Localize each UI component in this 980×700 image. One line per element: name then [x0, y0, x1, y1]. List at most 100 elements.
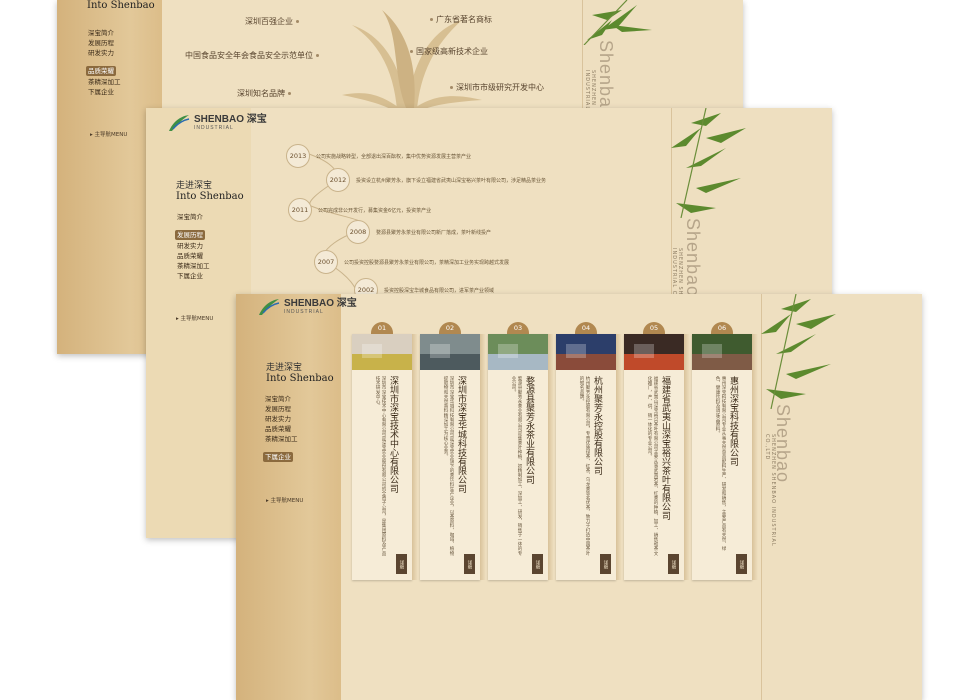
- side-menu-item[interactable]: 研发实力: [263, 414, 300, 424]
- subsidiary-card[interactable]: 02 深圳市深宝华城科技有限公司 深圳市深宝华城科技有限公司是深宝实业旗下的茶饮…: [420, 322, 486, 580]
- side-menu-item[interactable]: 研发实力: [175, 241, 212, 251]
- side-menu: 深宝简介发展历程 研发实力 品质荣耀 茶精深加工 下属企业: [175, 212, 212, 281]
- side-menu-item[interactable]: 下属企业: [86, 87, 123, 97]
- into-shenbao-heading: 走进深宝 Into Shenbao: [266, 360, 334, 384]
- card-photo: [352, 334, 412, 370]
- main-nav-button[interactable]: ▸ 主导航MENU: [176, 314, 213, 322]
- subsidiary-card[interactable]: 06 惠州深宝科技有限公司 惠州深宝科技有限公司专业从事天然食品配料生产、研发和…: [692, 322, 758, 580]
- side-menu-item[interactable]: 茶精深加工: [175, 261, 212, 271]
- brand-sub: INDUSTRIAL: [194, 125, 234, 131]
- card-detail-button[interactable]: 详细: [532, 554, 543, 574]
- card-title: 深圳市深宝华城科技有限公司: [456, 376, 466, 493]
- timeline-year: 2012: [326, 168, 350, 192]
- honor-item: 深圳百强企业: [245, 16, 302, 27]
- side-menu: 深宝简介 发展历程 研发实力品质荣耀 茶精深加工 下属企业: [86, 28, 123, 97]
- card-photo: [624, 334, 684, 370]
- timeline-node[interactable]: 2013 公司实施战略转型，全部退出深百酝权，集中优势资源发展主营茶产业: [286, 144, 471, 168]
- card-description: 婺源县聚芳永茶业有限公司是集茶叶种植、初精制加工、深加工、研发、销售于一体的专业…: [511, 376, 522, 556]
- card-description: 惠州深宝科技有限公司专业从事天然食品配料生产、研发和销售，主要产品有天然、绿色、…: [715, 376, 726, 551]
- side-menu-item[interactable]: 研发实力: [86, 48, 123, 58]
- main-nav-button[interactable]: ▸ 主导航MENU: [266, 496, 303, 504]
- side-menu-item[interactable]: 品质荣耀: [86, 66, 116, 76]
- timeline-year: 2011: [288, 198, 312, 222]
- timeline-year: 2013: [286, 144, 310, 168]
- honor-item: 深圳市市级研究开发中心: [447, 82, 544, 93]
- leaf-logo-icon: [259, 299, 280, 315]
- side-menu-item[interactable]: 品质荣耀: [175, 251, 212, 261]
- brand-name: SHENBAO 深宝: [194, 114, 267, 125]
- card-title: 杭州聚芳永控股有限公司: [592, 376, 602, 475]
- side-brand-sub: SHENZHEN SHENBAO INDUSTRIAL CO.,LTD: [764, 434, 776, 547]
- card-photo: [692, 334, 752, 370]
- card-title: 婺源县聚芳永茶业有限公司: [524, 376, 534, 484]
- card-photo: [488, 334, 548, 370]
- card-title: 深圳市深宝技术中心有限公司: [388, 376, 398, 493]
- subsidiary-card[interactable]: 04 杭州聚芳永控股有限公司 杭州聚芳永控股有限公司，专营优质绿茶、红茶、乌龙茶…: [556, 322, 622, 580]
- main-nav-button[interactable]: ▸ 主导航MENU: [90, 130, 127, 138]
- into-en: Into Shenbao: [176, 191, 244, 202]
- card-photo: [556, 334, 616, 370]
- bamboo-decoration: [761, 294, 836, 409]
- into-cn: 走进深宝: [176, 181, 213, 191]
- brand-sub: INDUSTRIAL: [284, 309, 324, 315]
- timeline-text: 投资设立杭州聚芳永，旗下设立福建省武夷山深宝裕兴茶叶有限公司，涉足精品茶业务: [356, 177, 547, 184]
- side-menu-item[interactable]: 发展历程: [175, 230, 205, 240]
- honor-item: 国家级高新技术企业: [407, 46, 488, 57]
- card-fold: [480, 334, 486, 580]
- side-menu-item[interactable]: 发展历程: [86, 38, 123, 48]
- side-menu-item[interactable]: 下属企业: [175, 271, 212, 281]
- into-shenbao-heading: 走进深宝 Into Shenbao: [176, 178, 244, 202]
- side-menu-item[interactable]: 深宝简介: [263, 394, 300, 404]
- brand-name: SHENBAO 深宝: [284, 298, 357, 309]
- card-title: 惠州深宝科技有限公司: [728, 376, 738, 466]
- card-description: 杭州聚芳永控股有限公司，专营优质绿茶、红茶、乌龙茶等名优茶，致力于打造中国茶叶的…: [579, 376, 590, 556]
- card-fold: [616, 334, 622, 580]
- brand-logo[interactable]: SHENBAO 深宝 INDUSTRIAL: [168, 114, 267, 132]
- side-menu-item[interactable]: 深宝简介: [175, 212, 212, 222]
- timeline-node[interactable]: 2008 婺源县聚芳永茶业有限公司新厂落成，茶叶新线投产: [346, 220, 491, 244]
- card-detail-button[interactable]: 详细: [464, 554, 475, 574]
- bamboo-decoration: [583, 0, 652, 45]
- timeline-text: 公司投资控股婺源县聚芳永茶业有限公司，茶精深加工业务实现跨越式发展: [344, 259, 510, 266]
- into-en: Into Shenbao: [87, 0, 155, 11]
- into-cn: 走进深宝: [266, 363, 303, 373]
- timeline-node[interactable]: 2011 公司完成非公开发行，募集资金6亿元，投资茶产业: [288, 198, 431, 222]
- side-menu-item[interactable]: 深宝简介: [86, 28, 123, 38]
- card-fold: [412, 334, 418, 580]
- timeline-text: 公司完成非公开发行，募集资金6亿元，投资茶产业: [318, 207, 432, 214]
- card-detail-button[interactable]: 详细: [668, 554, 679, 574]
- card-detail-button[interactable]: 详细: [396, 554, 407, 574]
- card-photo: [420, 334, 480, 370]
- card-description: 深圳市深宝技术中心有限公司是深宝实业股份有限公司的全资子公司，是集团原料及产品技…: [375, 376, 386, 556]
- card-description: 深圳市深宝华城科技有限公司是深宝实业旗下的茶饮料生产企业，以茶原料、咖啡、植物提…: [443, 376, 454, 556]
- timeline-text: 婺源县聚芳永茶业有限公司新厂落成，茶叶新线投产: [376, 229, 492, 236]
- side-menu: 深宝简介 发展历程 研发实力 品质荣耀 茶精深加工下属企业: [263, 394, 300, 463]
- card-title: 福建省武夷山深宝裕兴茶叶有限公司: [660, 376, 670, 520]
- timeline-year: 2007: [314, 250, 338, 274]
- timeline-year: 2008: [346, 220, 370, 244]
- side-menu-item[interactable]: 发展历程: [263, 404, 300, 414]
- subsidiary-card[interactable]: 01 深圳市深宝技术中心有限公司 深圳市深宝技术中心有限公司是深宝实业股份有限公…: [352, 322, 418, 580]
- leaf-logo-icon: [169, 115, 190, 131]
- side-menu-item[interactable]: 茶精深加工: [263, 434, 300, 444]
- card-fold: [548, 334, 554, 580]
- card-detail-button[interactable]: 详细: [600, 554, 611, 574]
- timeline-node[interactable]: 2007 公司投资控股婺源县聚芳永茶业有限公司，茶精深加工业务实现跨越式发展: [314, 250, 509, 274]
- side-menu-item[interactable]: 品质荣耀: [263, 424, 300, 434]
- card-fold: [684, 334, 690, 580]
- timeline-text: 公司实施战略转型，全部退出深百酝权，集中优势资源发展主营茶产业: [316, 153, 472, 160]
- into-en: Into Shenbao: [266, 373, 334, 384]
- timeline-node[interactable]: 2012 投资设立杭州聚芳永，旗下设立福建省武夷山深宝裕兴茶叶有限公司，涉足精品茶…: [326, 168, 546, 192]
- side-menu-item[interactable]: 茶精深加工: [86, 77, 123, 87]
- subsidiary-card[interactable]: 05 福建省武夷山深宝裕兴茶叶有限公司 福建省武夷山深宝裕兴茶叶有限公司主要从事…: [624, 322, 690, 580]
- bamboo-decoration: [671, 108, 746, 218]
- honor-item: 广东省著名商标: [427, 14, 492, 25]
- timeline-text: 投资控股深宝华城食品有限公司，进军茶产业领域: [384, 287, 495, 294]
- side-brand-word: Shenbao: [683, 218, 703, 298]
- into-shenbao-heading: Into Shenbao: [87, 0, 155, 11]
- card-detail-button[interactable]: 详细: [736, 554, 747, 574]
- subsidiary-card[interactable]: 03 婺源县聚芳永茶业有限公司 婺源县聚芳永茶业有限公司是集茶叶种植、初精制加工…: [488, 322, 554, 580]
- brand-logo[interactable]: SHENBAO 深宝 INDUSTRIAL: [258, 298, 357, 316]
- honor-item: 深圳知名品牌: [237, 88, 294, 99]
- side-menu-item[interactable]: 下属企业: [263, 452, 293, 462]
